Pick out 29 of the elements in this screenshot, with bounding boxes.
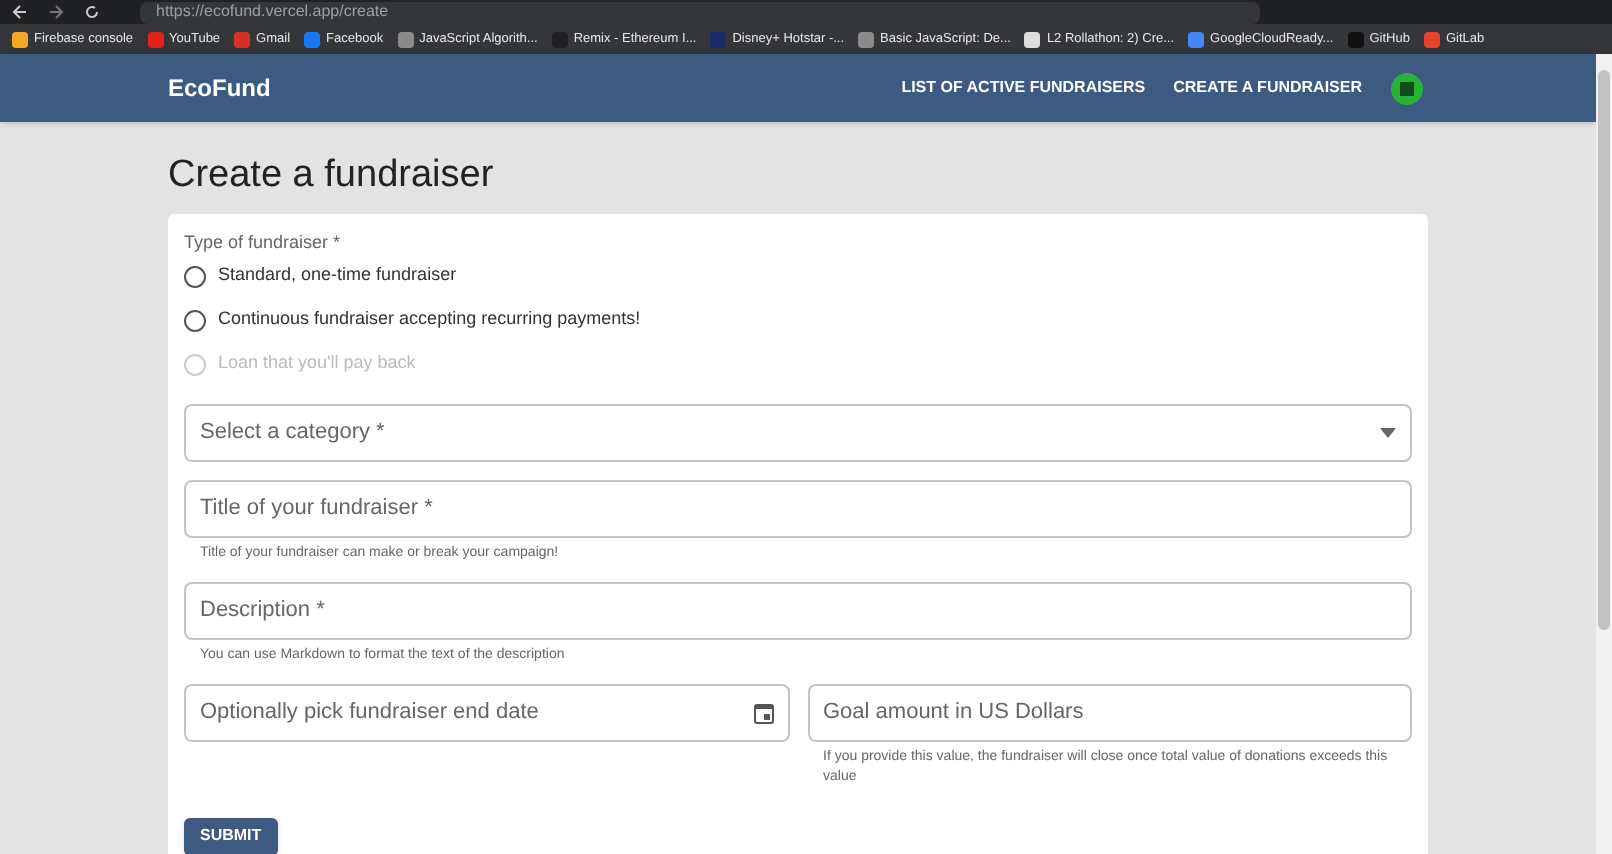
radio-button[interactable] (184, 265, 206, 287)
field-label: Description * (200, 596, 325, 627)
scrollbar-thumb[interactable] (1598, 70, 1610, 630)
avatar-icon[interactable] (1390, 71, 1424, 105)
forward-arrow-icon[interactable] (48, 4, 64, 20)
fieldset-label: Type of fundraiser * (184, 232, 343, 254)
address-bar[interactable]: https://ecofund.vercel.app/create (140, 1, 1260, 23)
field-label: Title of your fundraiser * (200, 494, 433, 525)
radio-button[interactable] (184, 309, 206, 331)
nav-link[interactable]: CREATE A FUNDRAISER (1173, 76, 1362, 100)
field-label: Goal amount in US Dollars (823, 698, 1084, 729)
calendar-icon[interactable] (753, 702, 773, 724)
brand-name[interactable]: EcoFund (168, 70, 271, 106)
radio-option[interactable]: Continuous fundraiser accepting recurring payments! (184, 298, 1412, 342)
back-arrow-icon[interactable] (12, 4, 28, 20)
text-field[interactable]: Title of your fundraiser * (184, 480, 1412, 538)
nav-link[interactable]: LIST OF ACTIVE FUNDRAISERS (901, 76, 1146, 100)
radio-option[interactable]: Standard, one-time fundraiser (184, 254, 1412, 298)
dropdown-caret-icon (1380, 428, 1396, 438)
category-select[interactable]: Select a category * (184, 404, 1412, 462)
page-title: Create a fundraiser (168, 152, 496, 200)
reload-icon[interactable] (84, 4, 100, 20)
text-field[interactable]: Description * (184, 582, 1412, 640)
scrollbar[interactable] (1596, 54, 1612, 854)
submit-button[interactable]: SUBMIT (184, 817, 278, 854)
field-label: Select a category * (200, 418, 385, 449)
field-label: Optionally pick fundraiser end date (200, 698, 539, 729)
goal-amount-field[interactable]: Goal amount in US Dollars (807, 684, 1412, 742)
date-field[interactable]: Optionally pick fundraiser end date (184, 684, 789, 742)
